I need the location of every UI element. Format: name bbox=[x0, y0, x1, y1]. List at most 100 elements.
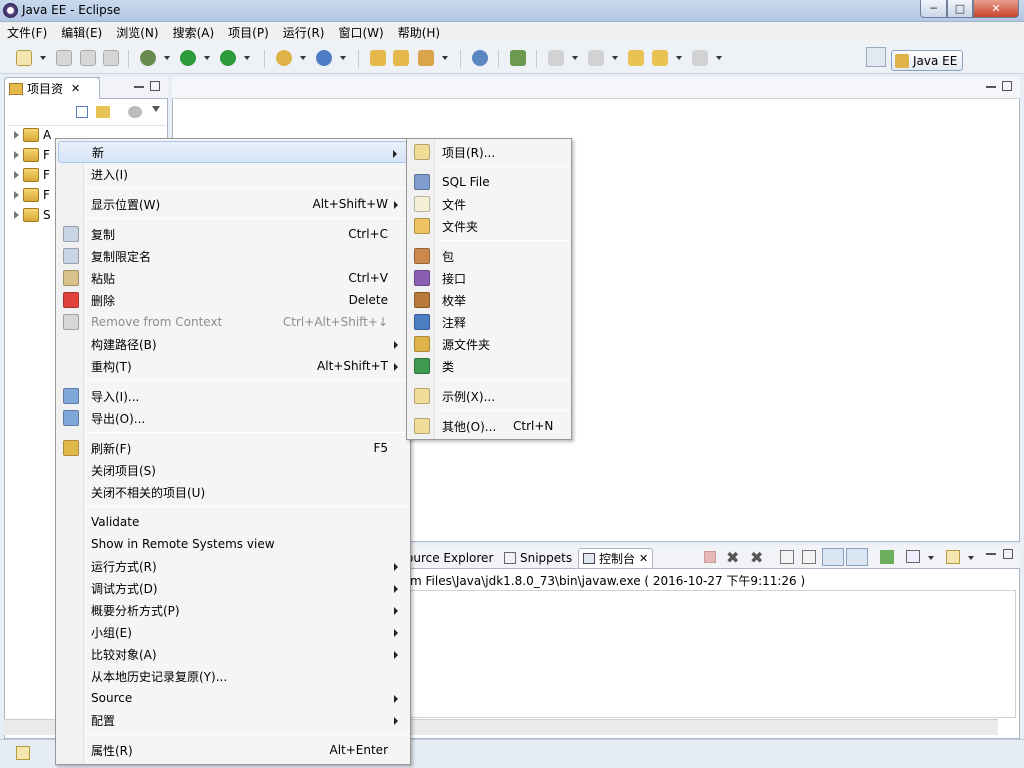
print-icon[interactable] bbox=[103, 50, 119, 66]
menu-item[interactable]: SQL File bbox=[409, 171, 569, 193]
minimize-editor-icon[interactable] bbox=[986, 82, 996, 88]
menu-item[interactable]: 粘贴 Ctrl+V bbox=[58, 267, 408, 289]
expand-arrow-icon[interactable] bbox=[14, 191, 19, 199]
close-tab-icon[interactable]: ✕ bbox=[71, 82, 80, 95]
menu-search[interactable]: 搜索(A) bbox=[166, 24, 222, 41]
next-annotation-icon[interactable] bbox=[548, 50, 564, 66]
menu-item[interactable]: 比较对象(A) bbox=[58, 643, 408, 665]
menu-item[interactable]: 从本地历史记录复原(Y)... bbox=[58, 665, 408, 687]
run-icon[interactable] bbox=[180, 50, 196, 66]
menu-help[interactable]: 帮助(H) bbox=[391, 24, 447, 41]
menu-item[interactable]: 注释 bbox=[409, 311, 569, 333]
menu-item[interactable]: Validate bbox=[58, 511, 408, 533]
open-console-icon[interactable] bbox=[946, 550, 960, 564]
menu-run[interactable]: 运行(R) bbox=[276, 24, 332, 41]
task-icon[interactable] bbox=[510, 50, 526, 66]
open-folder-icon[interactable] bbox=[393, 50, 409, 66]
menu-item[interactable]: 复制 Ctrl+C bbox=[58, 223, 408, 245]
focus-task-icon[interactable] bbox=[128, 106, 142, 118]
new-server-icon[interactable] bbox=[276, 50, 292, 66]
menu-item[interactable]: 类 bbox=[409, 355, 569, 377]
project-explorer-tab[interactable]: 项目资 ✕ bbox=[4, 77, 100, 99]
new-icon[interactable] bbox=[16, 50, 32, 66]
debug-dropdown-icon[interactable] bbox=[164, 56, 170, 60]
menu-item[interactable]: 运行方式(R) bbox=[58, 555, 408, 577]
menu-item[interactable]: 配置 bbox=[58, 709, 408, 731]
debug-icon[interactable] bbox=[140, 50, 156, 66]
menu-item[interactable]: 刷新(F) F5 bbox=[58, 437, 408, 459]
last-edit-icon[interactable] bbox=[628, 50, 644, 66]
menu-item[interactable]: 重构(T) Alt+Shift+T bbox=[58, 355, 408, 377]
save-icon[interactable] bbox=[56, 50, 72, 66]
tab-data-source-explorer[interactable]: ource Explorer bbox=[402, 548, 497, 568]
menu-item[interactable]: 小组(E) bbox=[58, 621, 408, 643]
link-editor-icon[interactable] bbox=[96, 106, 110, 118]
menu-window[interactable]: 窗口(W) bbox=[331, 24, 390, 41]
close-button[interactable]: ✕ bbox=[973, 0, 1019, 18]
menu-item[interactable]: 文件 bbox=[409, 193, 569, 215]
clear-console-icon[interactable] bbox=[780, 550, 794, 564]
menu-item[interactable]: 显示位置(W) Alt+Shift+W bbox=[58, 193, 408, 215]
menu-item[interactable]: 包 bbox=[409, 245, 569, 267]
menu-item[interactable]: 导出(O)... bbox=[58, 407, 408, 429]
tree-item[interactable]: F bbox=[14, 165, 50, 185]
menu-item[interactable]: 示例(X)... bbox=[409, 385, 569, 407]
save-all-icon[interactable] bbox=[80, 50, 96, 66]
run-external-icon[interactable] bbox=[220, 50, 236, 66]
menu-item[interactable]: 接口 bbox=[409, 267, 569, 289]
menu-item[interactable]: 源文件夹 bbox=[409, 333, 569, 355]
menu-item[interactable]: 导入(I)... bbox=[58, 385, 408, 407]
forward-dropdown-icon[interactable] bbox=[716, 56, 722, 60]
menu-item[interactable]: 调试方式(D) bbox=[58, 577, 408, 599]
menu-item[interactable]: 项目(R)... bbox=[409, 141, 569, 163]
forward-icon[interactable] bbox=[692, 50, 708, 66]
pin-console-icon[interactable] bbox=[880, 550, 894, 564]
menu-item[interactable]: 关闭项目(S) bbox=[58, 459, 408, 481]
tree-item[interactable]: F bbox=[14, 185, 50, 205]
scroll-lock-icon[interactable] bbox=[802, 550, 816, 564]
menu-item[interactable]: 文件夹 bbox=[409, 215, 569, 237]
back-dropdown-icon[interactable] bbox=[676, 56, 682, 60]
back-icon[interactable] bbox=[652, 50, 668, 66]
console-horizontal-scrollbar[interactable] bbox=[410, 719, 998, 735]
next-annotation-dropdown-icon[interactable] bbox=[572, 56, 578, 60]
menu-item[interactable]: Show in Remote Systems view bbox=[58, 533, 408, 555]
new-icon[interactable] bbox=[16, 746, 30, 760]
expand-arrow-icon[interactable] bbox=[14, 171, 19, 179]
run-dropdown-icon[interactable] bbox=[204, 56, 210, 60]
new-class-dropdown-icon[interactable] bbox=[340, 56, 346, 60]
menu-item[interactable]: 关闭不相关的项目(U) bbox=[58, 481, 408, 503]
menu-item[interactable]: Source bbox=[58, 687, 408, 709]
show-on-output-icon[interactable] bbox=[822, 548, 844, 566]
expand-arrow-icon[interactable] bbox=[14, 131, 19, 139]
close-tab-icon[interactable]: ✕ bbox=[639, 552, 648, 565]
tree-item[interactable]: A bbox=[14, 125, 51, 145]
console-output[interactable] bbox=[410, 590, 1016, 718]
prev-annotation-icon[interactable] bbox=[588, 50, 604, 66]
menu-navigate[interactable]: 浏览(N) bbox=[109, 24, 165, 41]
show-on-error-icon[interactable] bbox=[846, 548, 868, 566]
new-dropdown-icon[interactable] bbox=[40, 56, 46, 60]
run-external-dropdown-icon[interactable] bbox=[244, 56, 250, 60]
tree-item[interactable]: F bbox=[14, 145, 50, 165]
menu-item[interactable]: 概要分析方式(P) bbox=[58, 599, 408, 621]
menu-item[interactable]: 属性(R) Alt+Enter bbox=[58, 739, 408, 761]
menu-item[interactable]: 复制限定名 bbox=[58, 245, 408, 267]
pencil-dropdown-icon[interactable] bbox=[442, 56, 448, 60]
menu-item[interactable]: 其他(O)... Ctrl+N bbox=[409, 415, 569, 437]
open-perspective-icon[interactable] bbox=[866, 47, 886, 67]
open-console-dropdown-icon[interactable] bbox=[968, 556, 974, 560]
menu-item[interactable]: 枚举 bbox=[409, 289, 569, 311]
minimize-console-icon[interactable] bbox=[986, 549, 996, 555]
menu-edit[interactable]: 编辑(E) bbox=[54, 24, 109, 41]
maximize-button[interactable]: □ bbox=[947, 0, 973, 18]
collapse-all-icon[interactable] bbox=[76, 106, 88, 118]
menu-project[interactable]: 项目(P) bbox=[221, 24, 276, 41]
menu-item[interactable]: 构建路径(B) bbox=[58, 333, 408, 355]
new-class-icon[interactable] bbox=[316, 50, 332, 66]
view-menu-icon[interactable] bbox=[152, 106, 160, 112]
new-server-dropdown-icon[interactable] bbox=[300, 56, 306, 60]
prev-annotation-dropdown-icon[interactable] bbox=[612, 56, 618, 60]
perspective-javaee-button[interactable]: Java EE bbox=[891, 50, 963, 71]
terminate-icon[interactable] bbox=[704, 551, 716, 563]
